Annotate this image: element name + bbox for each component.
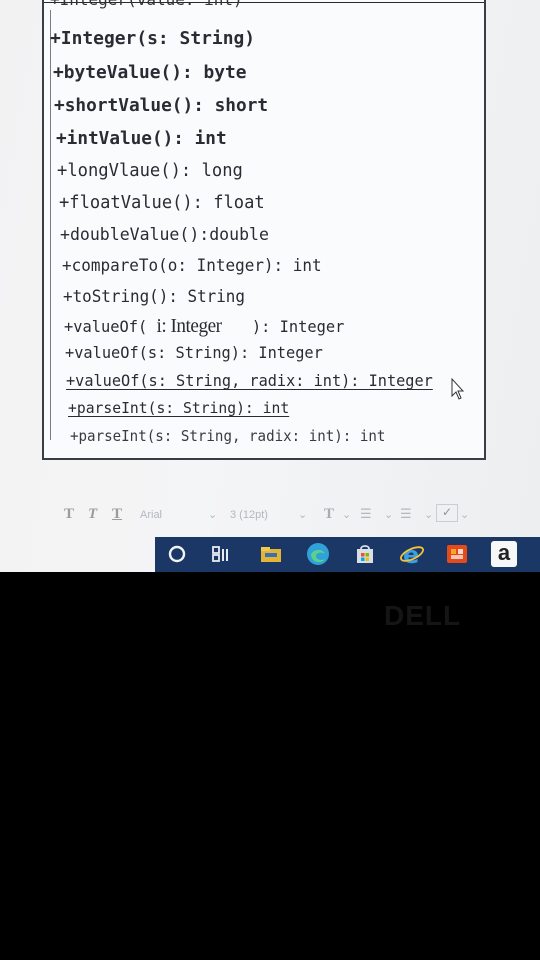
method-floatvalue: +floatValue(): float bbox=[59, 193, 265, 213]
method-parseint-string-radix: +parseInt(s: String, radix: int): int bbox=[70, 427, 386, 445]
editor-format-toolbar: T T T Arial ⌄ 3 (12pt) ⌄ T ⌄ ☰ ⌄ ☰ ⌄ ✓ ⌄ bbox=[0, 498, 540, 534]
font-family-select[interactable]: Arial bbox=[140, 509, 162, 521]
method-list: +Integer(value: int) +Integer(s: String)… bbox=[44, 0, 484, 458]
underline-button[interactable]: T bbox=[112, 506, 122, 523]
chevron-down-icon[interactable]: ⌄ bbox=[424, 508, 433, 521]
method-longvlaue: +longVlaue(): long bbox=[57, 161, 243, 181]
method-valueof-string: +valueOf(s: String): Integer bbox=[65, 343, 323, 362]
method-parseint-string: +parseInt(s: String): int bbox=[68, 399, 290, 417]
font-size-select[interactable]: 3 (12pt) bbox=[230, 509, 268, 521]
chevron-down-icon[interactable]: ⌄ bbox=[384, 508, 393, 521]
amazon-icon[interactable]: a bbox=[491, 541, 517, 567]
bullet-list-icon[interactable]: ☰ bbox=[360, 507, 372, 522]
internet-explorer-icon[interactable]: e bbox=[399, 541, 425, 567]
method-constructor-int: +Integer(value: int) bbox=[50, 0, 243, 9]
office-icon[interactable] bbox=[445, 542, 469, 566]
spellcheck-icon[interactable]: ✓ bbox=[436, 504, 458, 522]
italic-button[interactable]: T bbox=[88, 506, 97, 523]
chevron-down-icon[interactable]: ⌄ bbox=[298, 508, 307, 521]
chevron-down-icon[interactable]: ⌄ bbox=[460, 508, 469, 521]
method-doublevalue: +doubleValue():double bbox=[60, 225, 269, 245]
method-valueof-integer-prefix: +valueOf( bbox=[64, 317, 148, 336]
chevron-down-icon[interactable]: ⌄ bbox=[208, 508, 217, 521]
method-valueof-integer: +valueOf( i: Integer ): Integer bbox=[64, 315, 344, 338]
dell-logo: DELL bbox=[384, 600, 462, 631]
edge-icon[interactable] bbox=[305, 541, 331, 567]
search-circle-icon[interactable] bbox=[165, 542, 189, 566]
windows-taskbar: e a bbox=[155, 537, 540, 572]
method-tostring: +toString(): String bbox=[63, 287, 245, 306]
method-valueof-string-radix: +valueOf(s: String, radix: int): Integer bbox=[66, 371, 433, 390]
monitor-screen: +Integer(value: int) +Integer(s: String)… bbox=[0, 0, 540, 572]
method-shortvalue: +shortValue(): short bbox=[54, 95, 269, 116]
store-icon[interactable] bbox=[353, 542, 377, 566]
method-bytevalue: +byteValue(): byte bbox=[53, 62, 247, 83]
chevron-down-icon[interactable]: ⌄ bbox=[342, 508, 351, 521]
method-valueof-integer-suffix: ): Integer bbox=[251, 317, 345, 336]
amazon-letter: a bbox=[497, 540, 511, 565]
svg-text:e: e bbox=[403, 541, 419, 567]
uml-class-box: +Integer(value: int) +Integer(s: String)… bbox=[42, 0, 486, 460]
method-constructor-string: +Integer(s: String) bbox=[50, 28, 256, 49]
task-view-icon[interactable] bbox=[209, 542, 233, 566]
file-explorer-icon[interactable] bbox=[259, 542, 283, 566]
method-intvalue: +intValue(): int bbox=[56, 128, 227, 149]
handwritten-param-text: i: Integer bbox=[156, 315, 222, 337]
text-cursor-icon bbox=[451, 378, 464, 400]
method-compareto: +compareTo(o: Integer): int bbox=[62, 256, 322, 275]
text-color-button[interactable]: T bbox=[324, 506, 334, 523]
bold-button[interactable]: T bbox=[64, 506, 74, 523]
numbered-list-icon[interactable]: ☰ bbox=[400, 507, 412, 522]
